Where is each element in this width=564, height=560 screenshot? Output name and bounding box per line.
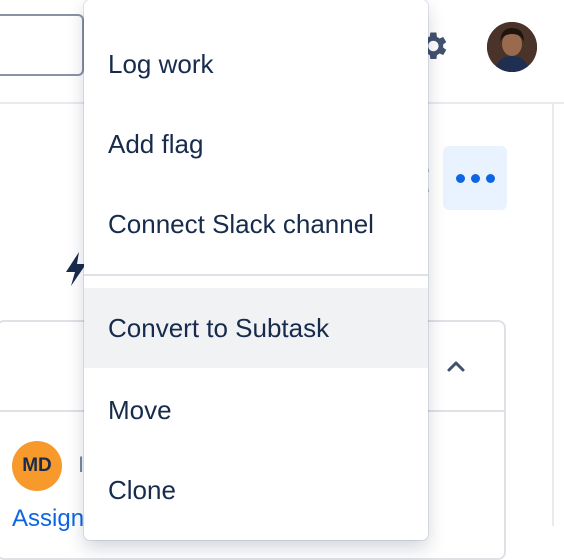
more-actions-button[interactable] — [443, 146, 507, 210]
avatar-photo — [487, 22, 537, 72]
more-horizontal-icon — [455, 173, 465, 183]
search-input[interactable] — [0, 14, 84, 76]
right-rail-divider — [552, 104, 554, 526]
menu-item-convert-to-subtask[interactable]: Convert to Subtask — [84, 288, 428, 368]
menu-item-move[interactable]: Move — [84, 370, 428, 450]
assign-link[interactable]: Assign — [12, 505, 84, 533]
menu-item-connect-slack-channel[interactable]: Connect Slack channel — [84, 184, 428, 264]
menu-item-clone[interactable]: Clone — [84, 450, 428, 530]
menu-item-add-flag[interactable]: Add flag — [84, 104, 428, 184]
menu-item-log-work[interactable]: Log work — [84, 24, 428, 104]
menu-divider — [84, 274, 428, 276]
assignee-avatar: MD — [12, 441, 62, 491]
chevron-up-icon[interactable] — [446, 358, 466, 374]
avatar[interactable] — [487, 22, 537, 72]
more-actions-menu: Log work Add flag Connect Slack channel … — [84, 0, 428, 540]
